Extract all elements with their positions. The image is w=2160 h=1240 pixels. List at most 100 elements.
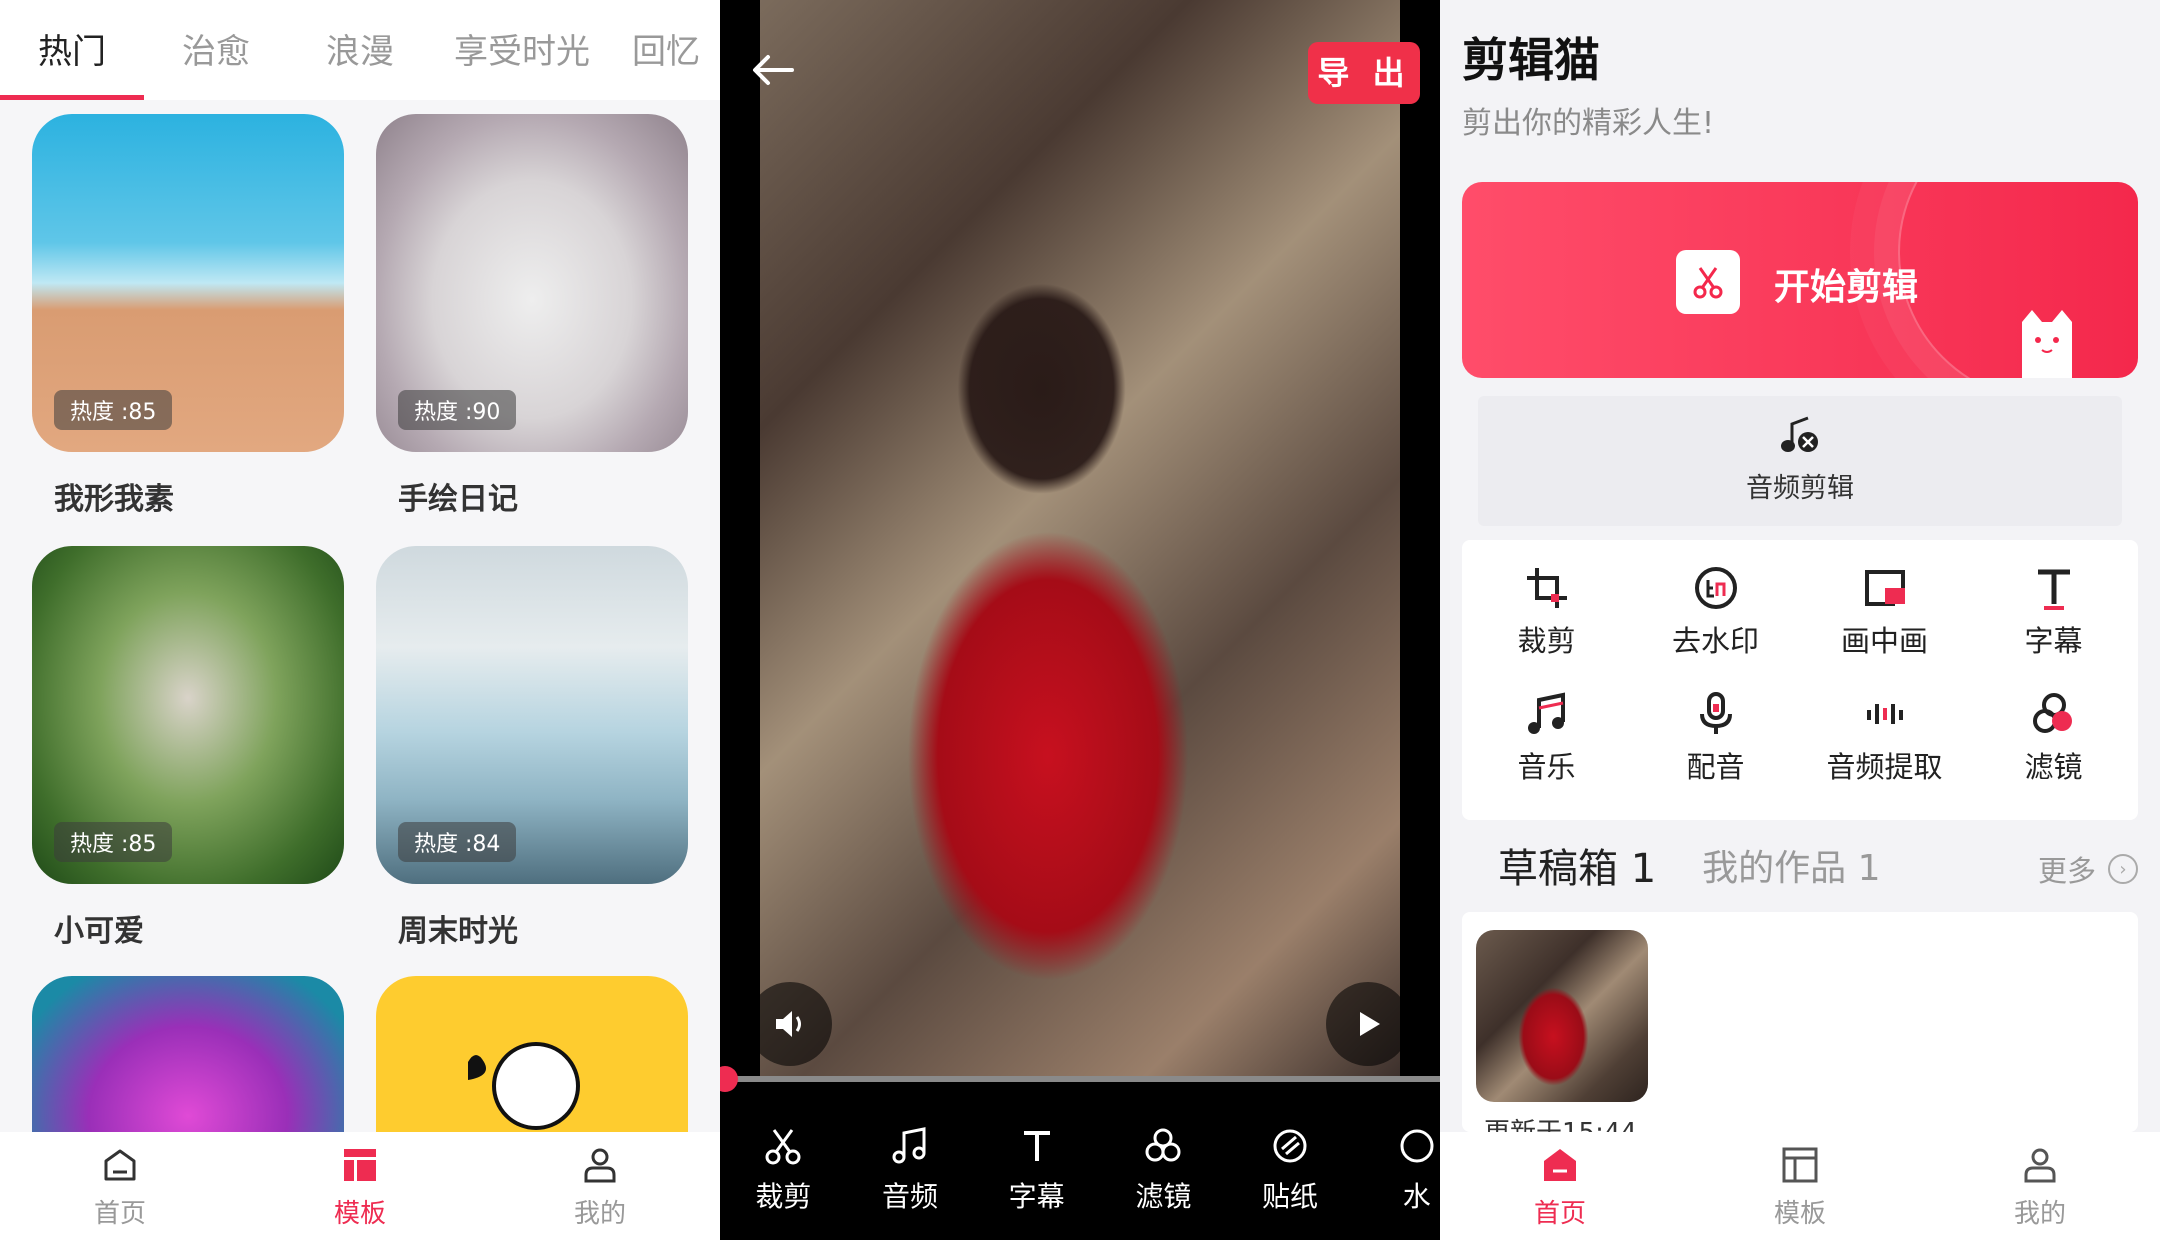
tab-hot[interactable]: 热门 xyxy=(0,0,144,100)
tool-filter[interactable]: 滤镜 xyxy=(1969,690,2138,786)
nav-label: 首页 xyxy=(1533,1198,1586,1229)
tool-music[interactable]: 音乐 xyxy=(1462,690,1631,786)
home-icon xyxy=(1544,1148,1576,1181)
tool-label: 裁剪 xyxy=(1517,624,1576,658)
tool-remove-watermark[interactable]: 去水印 xyxy=(1631,564,1800,660)
heat-badge: 热度 :90 xyxy=(398,390,517,430)
nav-templates[interactable]: 模板 xyxy=(240,1132,480,1240)
tool-subtitle[interactable]: 字幕 xyxy=(973,1100,1100,1240)
progress-track[interactable] xyxy=(720,1076,1440,1082)
nav-me[interactable]: 我的 xyxy=(1920,1132,2160,1240)
start-editing-button[interactable]: 开始剪辑 xyxy=(1462,182,2138,378)
volume-button[interactable] xyxy=(748,982,832,1066)
tool-audio[interactable]: 音频 xyxy=(847,1100,974,1240)
tool-label: 画中画 xyxy=(1840,624,1928,658)
tool-label: 水 xyxy=(1402,1180,1431,1213)
template-title: 周末时光 xyxy=(398,914,518,949)
crop-icon xyxy=(1526,568,1567,608)
bottom-nav: 首页 模板 我的 xyxy=(1440,1132,2160,1240)
progress-handle[interactable] xyxy=(720,1066,738,1092)
tool-label: 字幕 xyxy=(2024,624,2083,658)
heat-badge: 热度 :85 xyxy=(54,390,173,430)
template-icon xyxy=(344,1148,376,1181)
back-arrow-icon[interactable] xyxy=(748,50,798,90)
nav-home[interactable]: 首页 xyxy=(1440,1132,1680,1240)
pip-icon xyxy=(1864,570,1905,606)
draft-item[interactable]: 更新于15:44 xyxy=(1462,912,2138,1132)
tab-memories[interactable]: 回忆 xyxy=(612,0,720,100)
draft-thumbnail[interactable] xyxy=(1476,930,1648,1102)
template-icon xyxy=(1782,1147,1818,1182)
tool-label: 去水印 xyxy=(1671,624,1759,658)
app-slogan: 剪出你的精彩人生! xyxy=(1462,106,1715,141)
tool-label: 配音 xyxy=(1686,750,1745,784)
export-button[interactable]: 导 出 xyxy=(1308,42,1420,104)
more-label: 更多 xyxy=(2037,854,2096,888)
tool-label: 音频 xyxy=(882,1180,939,1213)
audio-edit-button[interactable]: 音频剪辑 xyxy=(1478,396,2122,526)
tool-picture-in-picture[interactable]: 画中画 xyxy=(1800,564,1969,660)
tool-crop[interactable]: 裁剪 xyxy=(1462,564,1631,660)
tab-enjoy-time[interactable]: 享受时光 xyxy=(432,0,612,100)
template-title: 小可爱 xyxy=(54,914,144,949)
nav-label: 模板 xyxy=(1773,1198,1826,1229)
tool-label: 音频提取 xyxy=(1826,750,1943,784)
nav-me[interactable]: 我的 xyxy=(480,1132,720,1240)
nav-templates[interactable]: 模板 xyxy=(1680,1132,1920,1240)
volume-icon xyxy=(776,1011,801,1037)
template-card[interactable]: 热度 :90 xyxy=(376,114,688,452)
watermark-icon xyxy=(1400,1129,1434,1163)
editor-screen: 导 出 裁剪 音频 字幕 滤镜 贴纸 水 xyxy=(720,0,1440,1240)
microphone-icon xyxy=(1699,692,1732,734)
text-icon xyxy=(2037,569,2070,610)
tab-romantic[interactable]: 浪漫 xyxy=(288,0,432,100)
user-icon xyxy=(584,1148,616,1182)
audio-edit-label: 音频剪辑 xyxy=(1746,473,1854,504)
templates-screen: 热门 治愈 浪漫 享受时光 回忆 热度 :85 我形我素 热度 :90 手绘日记… xyxy=(0,0,720,1240)
bottom-nav: 首页 模板 我的 xyxy=(0,1132,720,1240)
cat-mascot-icon xyxy=(2022,310,2072,378)
tool-label: 滤镜 xyxy=(1135,1180,1192,1213)
tool-subtitle[interactable]: 字幕 xyxy=(1969,564,2138,660)
template-card[interactable]: 热度 :85 xyxy=(32,114,344,452)
tool-filter[interactable]: 滤镜 xyxy=(1100,1100,1227,1240)
template-card[interactable]: 热度 :84 xyxy=(376,546,688,884)
hero-label: 开始剪辑 xyxy=(1774,267,1919,308)
tab-healing[interactable]: 治愈 xyxy=(144,0,288,100)
home-screen: 剪辑猫 剪出你的精彩人生! 开始剪辑 音频剪辑 裁剪 去水印 画中画 字幕 音乐… xyxy=(1440,0,2160,1240)
tool-label: 裁剪 xyxy=(755,1180,812,1213)
more-link[interactable]: 更多 › xyxy=(2038,848,2138,890)
template-card[interactable]: 热度 :85 xyxy=(32,546,344,884)
video-preview[interactable] xyxy=(760,0,1400,1080)
tool-label: 音乐 xyxy=(1517,750,1576,784)
nav-home[interactable]: 首页 xyxy=(0,1132,240,1240)
tool-watermark[interactable]: 水 xyxy=(1353,1100,1440,1240)
category-tab-bar: 热门 治愈 浪漫 享受时光 回忆 xyxy=(0,0,720,100)
template-title: 手绘日记 xyxy=(398,482,518,517)
nav-label: 模板 xyxy=(333,1198,386,1229)
tool-dubbing[interactable]: 配音 xyxy=(1631,690,1800,786)
editor-toolbar: 裁剪 音频 字幕 滤镜 贴纸 水 xyxy=(720,1100,1440,1240)
nav-label: 首页 xyxy=(93,1198,146,1229)
tool-label: 字幕 xyxy=(1008,1180,1065,1213)
tools-grid: 裁剪 去水印 画中画 字幕 音乐 配音 音频提取 滤镜 xyxy=(1462,540,2138,820)
user-icon xyxy=(2024,1148,2056,1182)
tab-drafts[interactable]: 草稿箱 1 xyxy=(1498,836,1656,894)
play-icon xyxy=(1360,1012,1380,1036)
sticker-icon xyxy=(1273,1129,1307,1163)
nav-label: 我的 xyxy=(573,1198,626,1229)
scissors-icon xyxy=(1676,250,1740,314)
app-title: 剪辑猫 xyxy=(1462,33,1600,87)
tab-my-works[interactable]: 我的作品 1 xyxy=(1702,839,1880,891)
tool-crop[interactable]: 裁剪 xyxy=(720,1100,847,1240)
scissors-icon xyxy=(765,1129,801,1165)
tool-audio-extract[interactable]: 音频提取 xyxy=(1800,690,1969,786)
play-button[interactable] xyxy=(1326,982,1410,1066)
tool-sticker[interactable]: 贴纸 xyxy=(1227,1100,1354,1240)
filter-icon xyxy=(2032,693,2072,733)
music-note-icon xyxy=(892,1127,926,1164)
audio-scissors-icon xyxy=(1781,416,1818,452)
text-icon xyxy=(1023,1131,1050,1161)
waveform-icon xyxy=(1866,704,1903,724)
heat-badge: 热度 :84 xyxy=(398,822,517,862)
